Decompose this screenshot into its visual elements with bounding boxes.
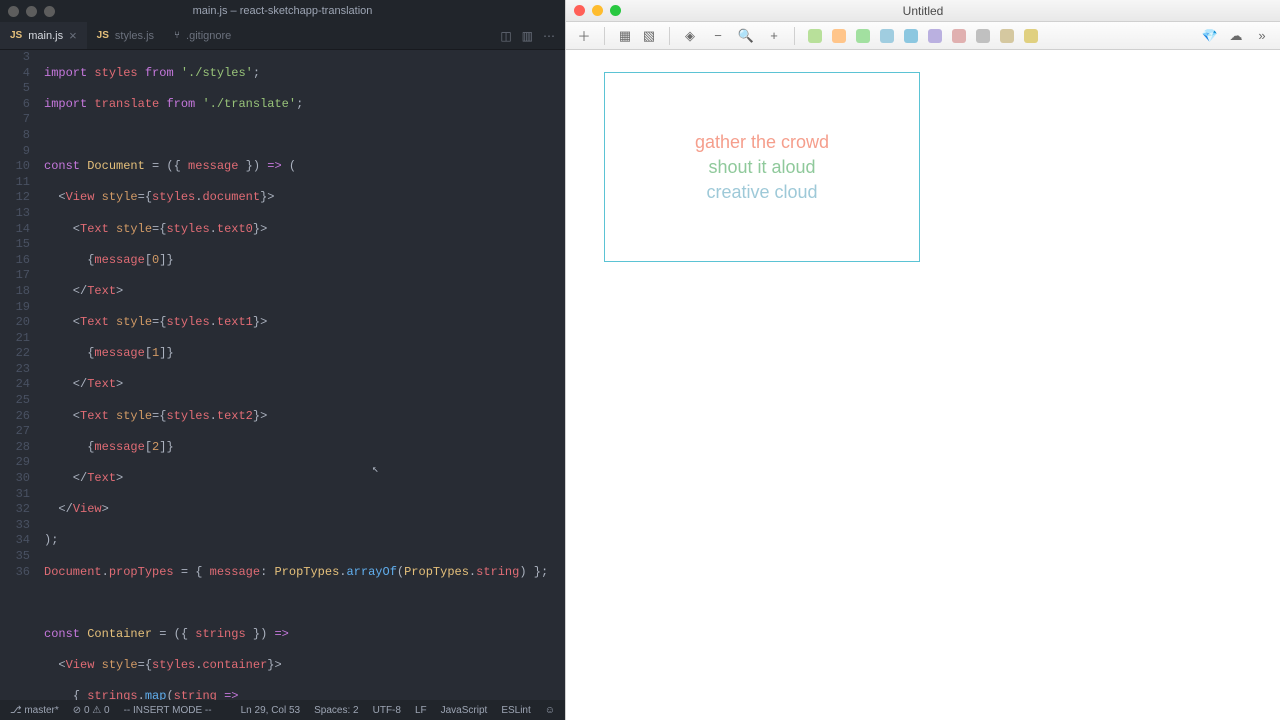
shape-tool-icon[interactable] — [1021, 26, 1041, 46]
sketch-document-title: Untitled — [903, 4, 944, 18]
shape-tool-icon[interactable] — [949, 26, 969, 46]
code-content[interactable]: import styles from './styles'; import tr… — [44, 50, 565, 700]
encoding[interactable]: UTF-8 — [373, 705, 401, 716]
more-actions-icon[interactable]: ⋯ — [543, 29, 555, 43]
layout-icon[interactable]: ▥ — [522, 29, 533, 43]
editor-tab-actions: ◫ ▥ ⋯ — [500, 29, 565, 43]
tab-main-js[interactable]: JS main.js × — [0, 22, 87, 49]
rendered-text-line: creative cloud — [706, 182, 817, 203]
linter[interactable]: ESLint — [501, 705, 530, 716]
symbol-tool-icon[interactable]: ◈ — [680, 26, 700, 46]
shape-tool-icon[interactable] — [925, 26, 945, 46]
separator — [669, 27, 670, 45]
minimize-window-button[interactable] — [592, 5, 603, 16]
gem-tool-icon[interactable]: 💎 — [1200, 26, 1220, 46]
editor-window-title: main.js – react-sketchapp-translation — [193, 5, 373, 17]
maximize-window-button[interactable] — [44, 6, 55, 17]
editor-mode: -- INSERT MODE -- — [124, 705, 212, 716]
sketch-window: Untitled ＋ ▦ ▧ ◈ − 🔍 + 💎 ☁ » — [565, 0, 1280, 720]
line-ending[interactable]: LF — [415, 705, 427, 716]
artboard[interactable]: gather the crowd shout it aloud creative… — [604, 72, 920, 262]
tab-label: .gitignore — [186, 30, 231, 42]
zoom-icon[interactable]: 🔍 — [736, 26, 756, 46]
tab-gitignore[interactable]: ⑂ .gitignore — [164, 22, 241, 49]
shape-tool-icon[interactable] — [901, 26, 921, 46]
shape-tool-icon[interactable] — [805, 26, 825, 46]
split-editor-icon[interactable]: ◫ — [500, 29, 511, 43]
git-branch[interactable]: master* — [10, 705, 59, 716]
close-tab-icon[interactable]: × — [69, 28, 77, 43]
tab-label: main.js — [28, 30, 63, 42]
zoom-out-icon[interactable]: − — [708, 26, 728, 46]
close-window-button[interactable] — [574, 5, 585, 16]
error-count[interactable]: ⊘ 0 ⚠ 0 — [73, 705, 110, 716]
rendered-text-line: shout it aloud — [708, 157, 815, 178]
sketch-titlebar: Untitled — [566, 0, 1280, 22]
rendered-text-line: gather the crowd — [695, 132, 829, 153]
language-mode[interactable]: JavaScript — [441, 705, 488, 716]
feedback-icon[interactable]: ☺ — [545, 705, 555, 716]
code-editor-window: main.js – react-sketchapp-translation JS… — [0, 0, 565, 720]
close-window-button[interactable] — [8, 6, 19, 17]
tab-label: styles.js — [115, 30, 154, 42]
sketch-toolbar: ＋ ▦ ▧ ◈ − 🔍 + 💎 ☁ » — [566, 22, 1280, 50]
shape-tool-icon[interactable] — [853, 26, 873, 46]
group-tool-icon[interactable]: ▦ — [615, 26, 635, 46]
js-file-icon: JS — [97, 30, 109, 41]
shape-tool-icon[interactable] — [829, 26, 849, 46]
sketch-canvas[interactable]: gather the crowd shout it aloud creative… — [566, 50, 1280, 720]
cloud-sync-icon[interactable]: ☁ — [1226, 26, 1246, 46]
git-file-icon: ⑂ — [174, 30, 180, 41]
shape-tool-icon[interactable] — [973, 26, 993, 46]
separator — [794, 27, 795, 45]
minimize-window-button[interactable] — [26, 6, 37, 17]
maximize-window-button[interactable] — [610, 5, 621, 16]
line-number-gutter: 345678910 1112131415161718 1920212223242… — [0, 50, 44, 700]
zoom-in-icon[interactable]: + — [764, 26, 784, 46]
editor-titlebar: main.js – react-sketchapp-translation — [0, 0, 565, 22]
ungroup-tool-icon[interactable]: ▧ — [639, 26, 659, 46]
js-file-icon: JS — [10, 30, 22, 41]
shape-tool-icon[interactable] — [877, 26, 897, 46]
overflow-menu-icon[interactable]: » — [1252, 26, 1272, 46]
indentation[interactable]: Spaces: 2 — [314, 705, 358, 716]
editor-tabs: JS main.js × JS styles.js ⑂ .gitignore ◫… — [0, 22, 565, 50]
shape-tool-icon[interactable] — [997, 26, 1017, 46]
separator — [604, 27, 605, 45]
status-bar: master* ⊘ 0 ⚠ 0 -- INSERT MODE -- Ln 29,… — [0, 700, 565, 720]
cursor-position[interactable]: Ln 29, Col 53 — [241, 705, 301, 716]
add-page-button[interactable]: ＋ — [574, 26, 594, 46]
tab-styles-js[interactable]: JS styles.js — [87, 22, 164, 49]
editor-body[interactable]: 345678910 1112131415161718 1920212223242… — [0, 50, 565, 700]
window-controls — [8, 6, 55, 17]
window-controls — [574, 5, 621, 16]
